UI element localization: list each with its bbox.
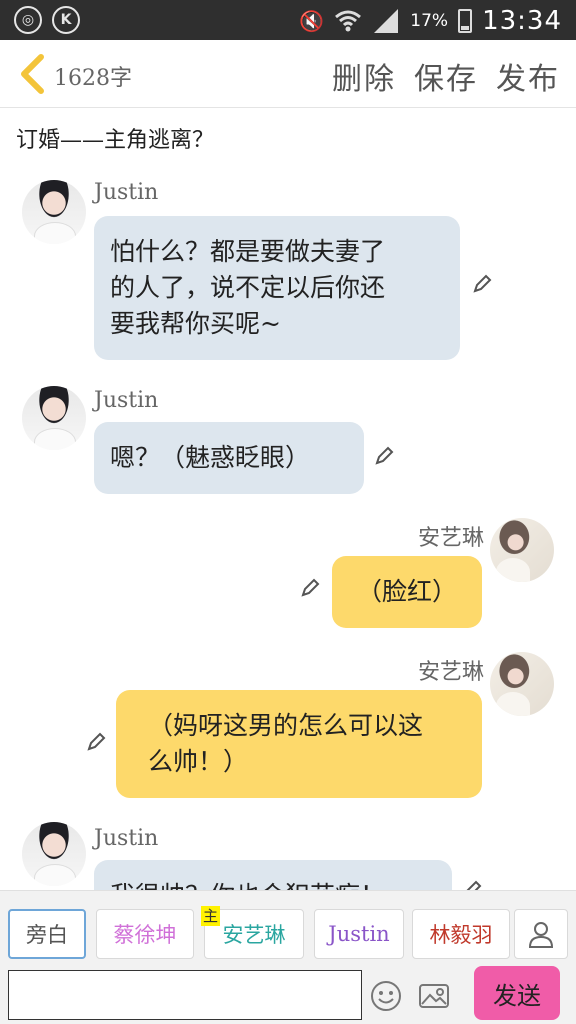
role-an-yilin[interactable]: 主 安艺琳 (201, 906, 304, 959)
signal-icon (374, 9, 399, 33)
avatar[interactable] (22, 386, 86, 450)
message-bubble[interactable]: （脸红） (332, 556, 482, 628)
mute-icon: 🔇 (299, 9, 325, 33)
role-label: Justin (328, 922, 390, 946)
message-bubble[interactable]: 我很帅？你也会犯花痴！ (94, 860, 452, 890)
chevron-left-icon (21, 54, 44, 94)
save-button[interactable]: 保存 (414, 54, 478, 98)
message-line: 怕什么？都是要做夫妻了 (110, 237, 386, 266)
role-label: 蔡徐坤 (113, 923, 177, 947)
role-label: 安艺琳 (222, 923, 286, 947)
pencil-icon[interactable] (374, 446, 394, 466)
sender-name: Justin (94, 826, 159, 851)
avatar[interactable] (490, 518, 554, 582)
person-icon (528, 922, 554, 948)
sender-name: Justin (94, 180, 159, 205)
sender-name: 安艺琳 (417, 660, 484, 685)
role-justin[interactable]: Justin (314, 909, 404, 959)
message-bubble[interactable]: 怕什么？都是要做夫妻了 的人了，说不定以后你还 要我帮你买呢~ (94, 216, 460, 360)
pencil-icon[interactable] (472, 274, 492, 294)
back-button[interactable] (12, 52, 52, 96)
message-line: 要我帮你买呢~ (110, 309, 281, 338)
message-line: 的人了，说不定以后你还 (110, 273, 386, 302)
weibo-icon: ◎ (14, 6, 42, 34)
delete-button[interactable]: 删除 (332, 54, 396, 98)
message-line: 么帅！） (148, 747, 249, 776)
pencil-icon[interactable] (462, 880, 482, 890)
role-cai-xukun[interactable]: 蔡徐坤 (96, 909, 194, 959)
role-selector-bar: 旁白 蔡徐坤 主 安艺琳 Justin 林毅羽 (0, 890, 576, 960)
avatar[interactable] (490, 652, 554, 716)
main-character-badge: 主 (201, 906, 221, 926)
battery-icon (458, 9, 473, 33)
wifi-icon (335, 10, 362, 32)
image-icon[interactable] (418, 980, 450, 1012)
role-lin-yiyu[interactable]: 林毅羽 (412, 909, 510, 959)
avatar[interactable] (22, 822, 86, 886)
role-narrator[interactable]: 旁白 (8, 909, 86, 959)
battery-percent: 17% (410, 11, 449, 31)
message-line: 我很帅？你也会犯花痴！ (110, 878, 385, 890)
input-bar: 发送 (0, 960, 576, 1024)
message-line: 嗯？（魅惑眨眼） (110, 443, 311, 472)
emoji-icon[interactable] (370, 980, 402, 1012)
clock: 13:34 (482, 6, 562, 36)
status-bar: ◎ K 🔇 17% 13:34 (0, 0, 576, 40)
word-count: 1628字 (54, 66, 132, 91)
send-button[interactable]: 发送 (474, 966, 560, 1020)
chapter-title: 订婚——主角逃离？ (16, 128, 215, 153)
avatar[interactable] (22, 180, 86, 244)
k-icon: K (52, 6, 80, 34)
message-input[interactable] (8, 970, 362, 1020)
pencil-icon[interactable] (86, 732, 106, 752)
publish-button[interactable]: 发布 (496, 54, 560, 98)
add-role-button[interactable] (514, 909, 568, 959)
message-line: （脸红） (356, 577, 457, 606)
pencil-icon[interactable] (300, 578, 320, 598)
message-bubble[interactable]: （妈呀这男的怎么可以这 么帅！） (116, 690, 482, 798)
role-label: 旁白 (26, 923, 68, 947)
message-line: （妈呀这男的怎么可以这 (148, 711, 424, 740)
chat-area[interactable]: Justin 怕什么？都是要做夫妻了 的人了，说不定以后你还 要我帮你买呢~ J… (0, 172, 576, 890)
sender-name: Justin (94, 388, 159, 413)
title-bar: 1628字 删除 保存 发布 (0, 40, 576, 108)
message-bubble[interactable]: 嗯？（魅惑眨眼） (94, 422, 364, 494)
sender-name: 安艺琳 (417, 526, 484, 551)
role-label: 林毅羽 (429, 923, 493, 947)
